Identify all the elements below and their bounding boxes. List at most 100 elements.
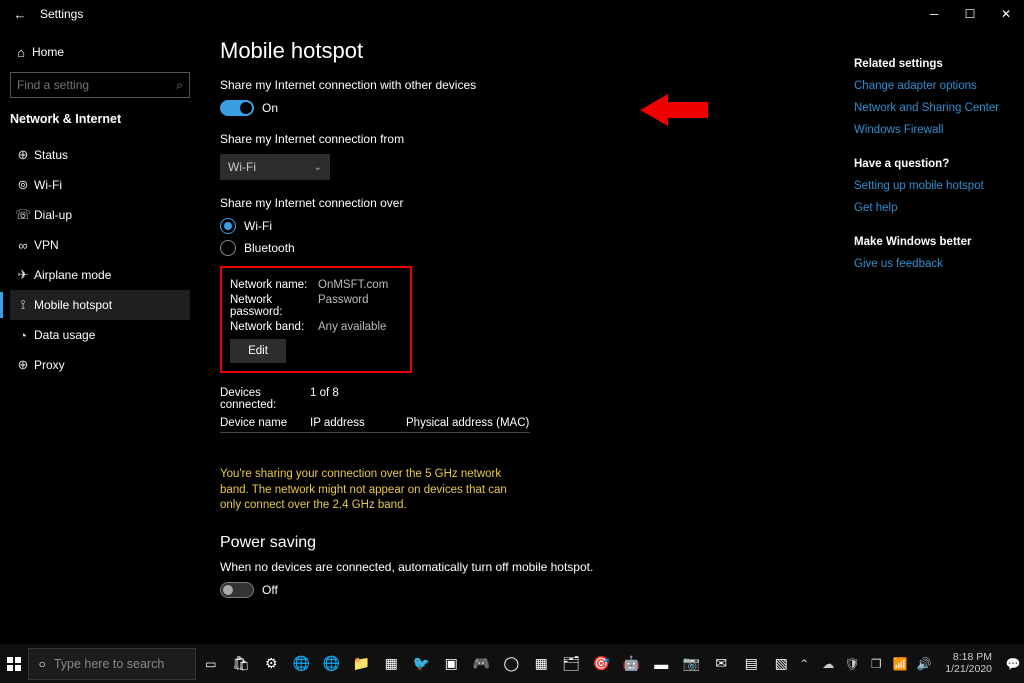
- maximize-button[interactable]: ☐: [952, 0, 988, 28]
- search-settings[interactable]: ⌕: [10, 72, 190, 98]
- from-dropdown[interactable]: Wi-Fi ⌄: [220, 154, 330, 180]
- tray-icon[interactable]: 🛡: [843, 657, 861, 671]
- nav-wifi[interactable]: ⊚ Wi-Fi: [10, 170, 190, 200]
- taskbar-app-icon[interactable]: 🌐: [317, 648, 345, 680]
- toggle-state: Off: [262, 583, 278, 597]
- dropdown-value: Wi-Fi: [228, 160, 256, 174]
- nav-dialup[interactable]: ☏ Dial-up: [10, 200, 190, 230]
- annotation-arrow: [640, 90, 708, 133]
- net-password-value: Password: [318, 294, 369, 318]
- nav-label: Status: [34, 148, 68, 162]
- taskbar-app-icon[interactable]: 📁: [347, 648, 375, 680]
- taskbar-app-icon[interactable]: ◯: [497, 648, 525, 680]
- taskbar-clock[interactable]: 8:18 PM 1/21/2020: [939, 652, 998, 675]
- device-table-header: Device name IP address Physical address …: [220, 417, 530, 433]
- col-mac: Physical address (MAC): [406, 417, 529, 429]
- dialup-icon: ☏: [12, 207, 34, 223]
- taskbar-app-icon[interactable]: ✉: [707, 648, 735, 680]
- taskbar-app-icon[interactable]: ⚙: [257, 648, 285, 680]
- tray-wifi-icon[interactable]: 📶: [891, 657, 909, 671]
- tray-icon[interactable]: ☁: [819, 657, 837, 671]
- better-title: Make Windows better: [854, 236, 1024, 248]
- taskbar-app-icon[interactable]: ▦: [527, 648, 555, 680]
- power-saving-toggle[interactable]: Off: [220, 582, 1004, 598]
- link-get-help[interactable]: Get help: [854, 202, 1024, 214]
- question-title: Have a question?: [854, 158, 1024, 170]
- taskbar-app-icon[interactable]: ▧: [767, 648, 795, 680]
- minimize-button[interactable]: ─: [916, 0, 952, 28]
- task-view-button[interactable]: ▭: [196, 657, 225, 671]
- nav-airplane[interactable]: ✈ Airplane mode: [10, 260, 190, 290]
- home-button[interactable]: ⌂ Home: [10, 38, 190, 66]
- nav-hotspot[interactable]: ⟟ Mobile hotspot: [10, 290, 190, 320]
- nav-proxy[interactable]: ⊕ Proxy: [10, 350, 190, 380]
- nav-label: Proxy: [34, 358, 65, 372]
- link-adapter[interactable]: Change adapter options: [854, 80, 1024, 92]
- taskbar-app-icon[interactable]: 🎯: [587, 648, 615, 680]
- status-icon: ⊕: [12, 147, 34, 163]
- taskbar-app-icon[interactable]: 📷: [677, 648, 705, 680]
- taskbar-app-icon[interactable]: 🐦: [407, 648, 435, 680]
- windows-icon: [7, 657, 21, 671]
- nav-datausage[interactable]: ◔ Data usage: [10, 320, 190, 350]
- taskbar-app-icon[interactable]: ▣: [437, 648, 465, 680]
- nav-label: VPN: [34, 238, 59, 252]
- vpn-icon: ∞: [12, 238, 34, 253]
- time: 8:18 PM: [945, 652, 992, 664]
- related-title: Related settings: [854, 58, 1024, 70]
- notifications-icon[interactable]: 💬: [1004, 657, 1022, 671]
- tray-icon[interactable]: ⌃: [795, 657, 813, 671]
- taskbar-app-icon[interactable]: 🎮: [467, 648, 495, 680]
- radio-icon: [220, 240, 236, 256]
- nav-label: Airplane mode: [34, 268, 111, 282]
- power-saving-label: When no devices are connected, automatic…: [220, 560, 1004, 574]
- link-setup-hotspot[interactable]: Setting up mobile hotspot: [854, 180, 1024, 192]
- nav-label: Mobile hotspot: [34, 298, 112, 312]
- tray-icon[interactable]: ❐: [867, 657, 885, 671]
- edit-button[interactable]: Edit: [230, 339, 286, 363]
- taskbar-app-icon[interactable]: ▤: [737, 648, 765, 680]
- link-firewall[interactable]: Windows Firewall: [854, 124, 1024, 136]
- taskbar-app-icon[interactable]: ▬: [647, 648, 675, 680]
- search-input[interactable]: [17, 78, 157, 92]
- start-button[interactable]: [0, 644, 28, 683]
- chevron-down-icon: ⌄: [314, 162, 322, 173]
- taskbar-app-icon[interactable]: 🤖: [617, 648, 645, 680]
- net-name-label: Network name:: [230, 279, 318, 291]
- date: 1/21/2020: [945, 664, 992, 676]
- search-icon: ○: [39, 657, 46, 671]
- taskbar-app-icon[interactable]: 🌐: [287, 648, 315, 680]
- warning-text: You're sharing your connection over the …: [220, 467, 530, 514]
- back-button[interactable]: ←: [10, 7, 30, 22]
- link-sharing-center[interactable]: Network and Sharing Center: [854, 102, 1024, 114]
- link-feedback[interactable]: Give us feedback: [854, 258, 1024, 270]
- col-device-name: Device name: [220, 417, 310, 429]
- taskbar-search[interactable]: ○ Type here to search: [28, 648, 197, 680]
- tray-volume-icon[interactable]: 🔊: [915, 657, 933, 671]
- close-button[interactable]: ✕: [988, 0, 1024, 28]
- col-ip: IP address: [310, 417, 406, 429]
- home-label: Home: [32, 45, 64, 59]
- taskbar-app-icon[interactable]: ▦: [377, 648, 405, 680]
- taskbar: ○ Type here to search ▭ 🛍 ⚙ 🌐 🌐 📁 ▦ 🐦 ▣ …: [0, 644, 1024, 683]
- taskbar-search-placeholder: Type here to search: [54, 657, 164, 671]
- search-icon: ⌕: [176, 78, 183, 93]
- wifi-icon: ⊚: [12, 177, 34, 193]
- net-band-label: Network band:: [230, 321, 318, 333]
- nav-vpn[interactable]: ∞ VPN: [10, 230, 190, 260]
- toggle-switch-icon: [220, 100, 254, 116]
- net-password-label: Network password:: [230, 294, 318, 318]
- taskbar-app-icon[interactable]: 🗂: [557, 648, 585, 680]
- home-icon: ⌂: [10, 45, 32, 60]
- nav-status[interactable]: ⊕ Status: [10, 140, 190, 170]
- net-name-value: OnMSFT.com: [318, 279, 388, 291]
- taskbar-app-icon[interactable]: 🛍: [227, 648, 255, 680]
- proxy-icon: ⊕: [12, 357, 34, 373]
- net-band-value: Any available: [318, 321, 386, 333]
- airplane-icon: ✈: [12, 267, 34, 283]
- toggle-state: On: [262, 101, 278, 115]
- network-info-box: Network name: OnMSFT.com Network passwor…: [220, 266, 412, 373]
- radio-label: Wi-Fi: [244, 219, 272, 233]
- devices-connected-value: 1 of 8: [310, 387, 339, 411]
- radio-icon: [220, 218, 236, 234]
